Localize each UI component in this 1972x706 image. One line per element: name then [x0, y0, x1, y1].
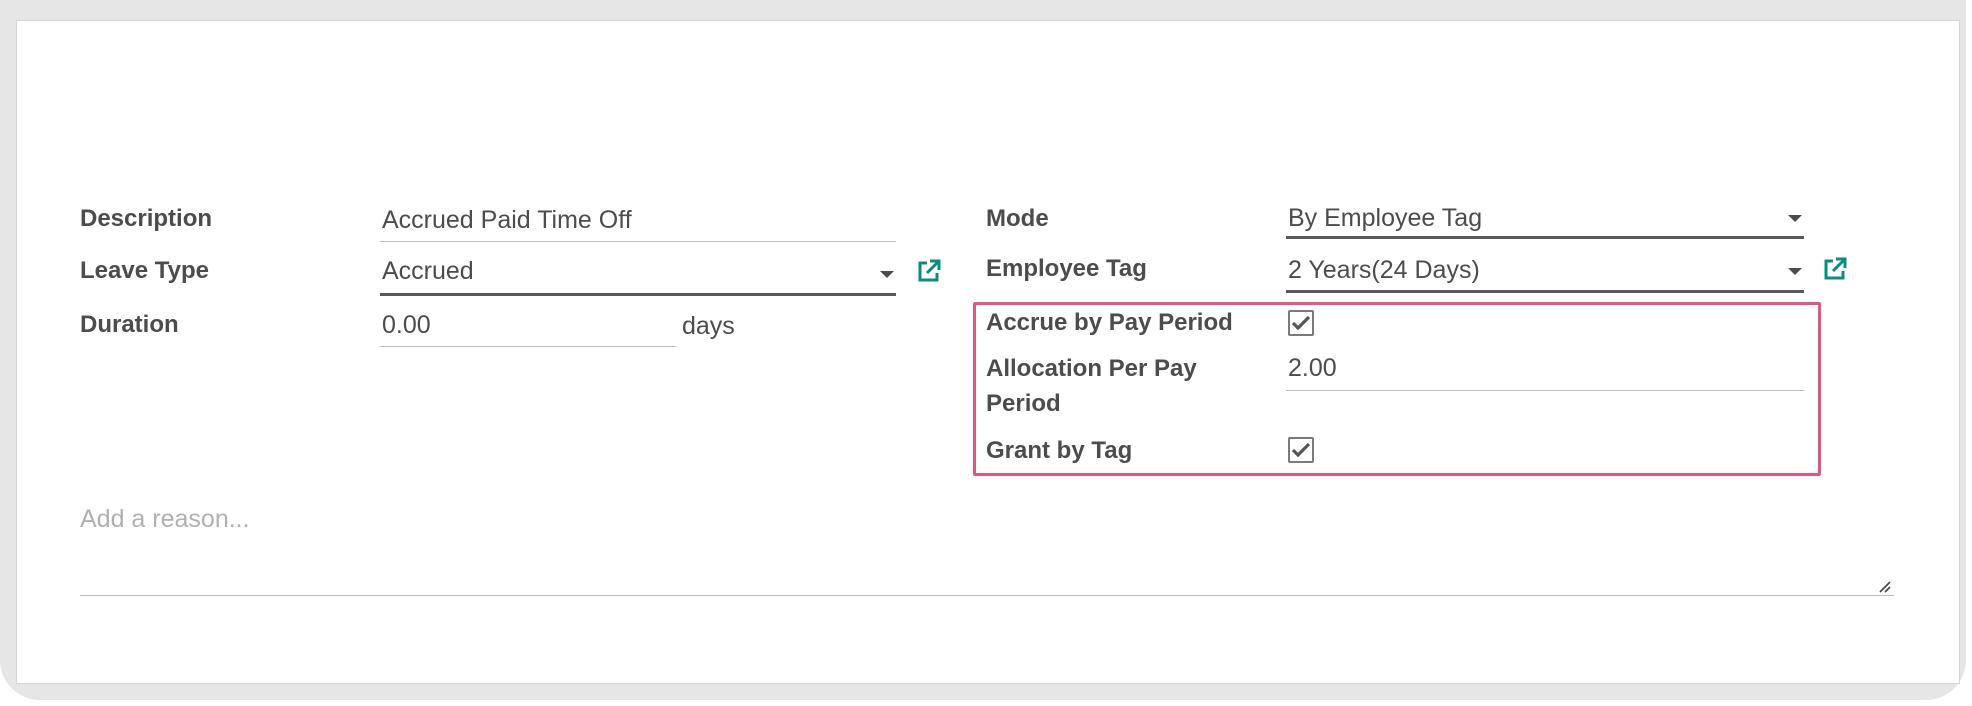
mode-label: Mode [986, 205, 1049, 232]
employee-tag-label: Employee Tag [986, 255, 1147, 282]
employee-tag-select[interactable]: 2 Years(24 Days) [1286, 254, 1804, 293]
reason-textarea[interactable]: Add a reason... [80, 503, 250, 535]
check-icon [1291, 315, 1311, 331]
description-label: Description [80, 205, 213, 232]
leave-type-label: Leave Type [80, 257, 209, 284]
allocation-per-pay-period-label: Allocation Per Pay Period [986, 355, 1197, 417]
duration-label: Duration [80, 311, 179, 338]
external-link-icon[interactable] [1822, 256, 1848, 282]
grant-by-tag-label: Grant by Tag [986, 437, 1133, 464]
caret-down-icon[interactable] [1788, 268, 1802, 275]
accrue-by-pay-period-label: Accrue by Pay Period [986, 309, 1233, 336]
caret-down-icon[interactable] [880, 271, 894, 278]
reason-underline [80, 595, 1894, 596]
grant-by-tag-checkbox[interactable] [1288, 437, 1314, 463]
allocation-per-pay-period-input[interactable]: 2.00 [1286, 352, 1804, 391]
leave-type-select[interactable]: Accrued [380, 255, 896, 296]
duration-input[interactable]: 0.00 [380, 309, 676, 347]
caret-down-icon[interactable] [1788, 215, 1802, 222]
duration-unit: days [682, 312, 735, 340]
accrue-by-pay-period-checkbox[interactable] [1288, 310, 1314, 336]
mode-select[interactable]: By Employee Tag [1286, 202, 1804, 239]
external-link-icon[interactable] [916, 258, 942, 284]
resize-handle-icon[interactable] [1876, 578, 1892, 594]
check-icon [1291, 442, 1311, 458]
description-input[interactable]: Accrued Paid Time Off [380, 204, 896, 242]
